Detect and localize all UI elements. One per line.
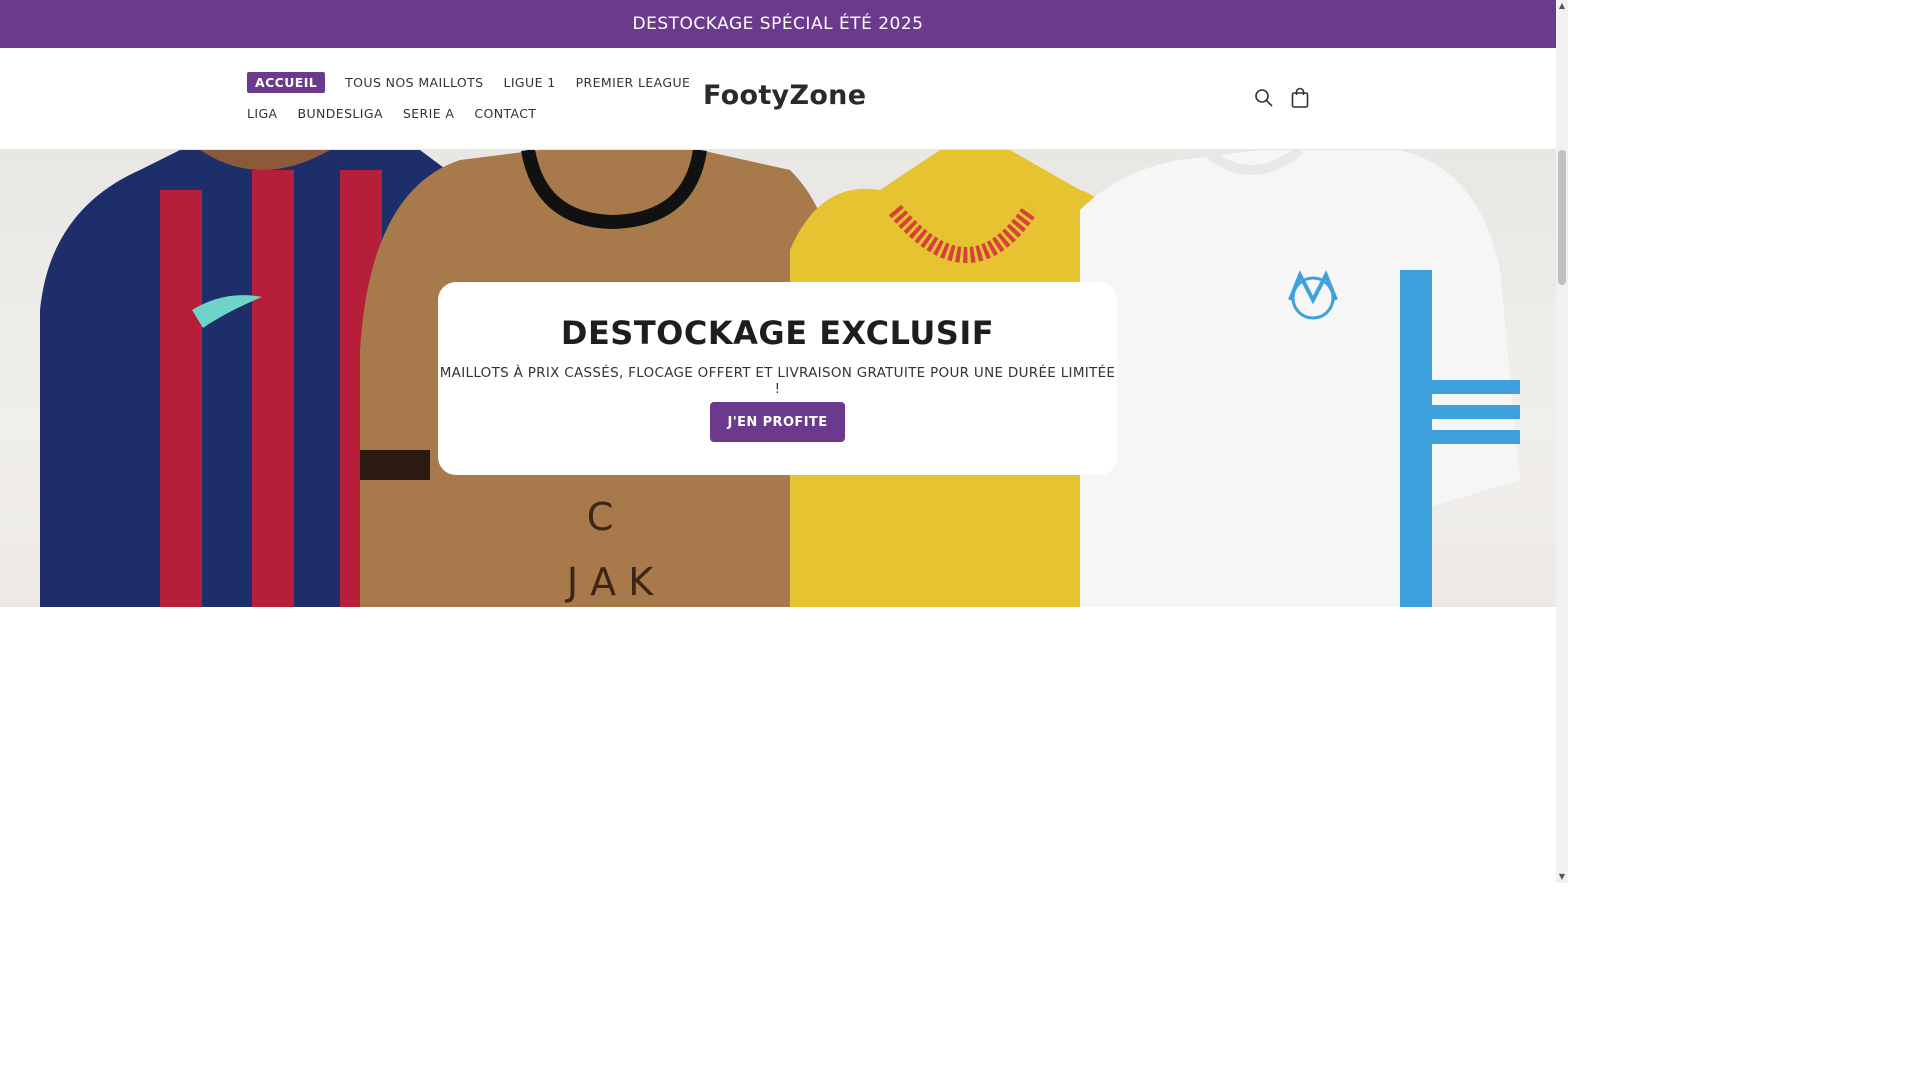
- svg-text:C: C: [587, 495, 614, 539]
- hero-subtitle: MAILLOTS À PRIX CASSÉS, FLOCAGE OFFERT E…: [439, 365, 1116, 397]
- scroll-up-icon[interactable]: ▲: [1558, 2, 1566, 10]
- hero-title: DESTOCKAGE EXCLUSIF: [560, 314, 995, 352]
- main-nav-row-1: ACCUEIL TOUS NOS MAILLOTS LIGUE 1 PREMIE…: [247, 72, 710, 93]
- announcement-bar: DESTOCKAGE SPÉCIAL ÉTÉ 2025: [0, 0, 1556, 48]
- scroll-thumb[interactable]: [1558, 150, 1566, 285]
- announcement-text: DESTOCKAGE SPÉCIAL ÉTÉ 2025: [632, 14, 924, 34]
- site-header: ACCUEIL TOUS NOS MAILLOTS LIGUE 1 PREMIE…: [0, 48, 1556, 150]
- nav-item-accueil[interactable]: ACCUEIL: [247, 72, 326, 93]
- nav-item-contact[interactable]: CONTACT: [474, 106, 536, 121]
- model-white-om-shirt: [1080, 150, 1520, 607]
- shopping-bag-icon[interactable]: [1290, 87, 1312, 109]
- hero-promo-card: DESTOCKAGE EXCLUSIF MAILLOTS À PRIX CASS…: [438, 282, 1117, 475]
- scroll-down-icon[interactable]: ▼: [1558, 873, 1566, 881]
- hero-banner: FO E C J A K: [0, 150, 1556, 607]
- search-icon[interactable]: [1254, 88, 1276, 110]
- nav-item-tous-nos-maillots[interactable]: TOUS NOS MAILLOTS: [345, 75, 483, 90]
- svg-text:J A K: J A K: [565, 560, 654, 604]
- nav-item-bundesliga[interactable]: BUNDESLIGA: [298, 106, 383, 121]
- site-logo[interactable]: FootyZone: [703, 80, 866, 111]
- nav-item-premier-league[interactable]: PREMIER LEAGUE: [576, 75, 691, 90]
- nav-item-liga[interactable]: LIGA: [247, 106, 278, 121]
- nav-item-ligue-1[interactable]: LIGUE 1: [503, 75, 555, 90]
- page-scrollbar[interactable]: ▲ ▼: [1556, 0, 1568, 883]
- main-nav-row-2: LIGA BUNDESLIGA SERIE A CONTACT: [247, 106, 556, 121]
- nav-item-serie-a[interactable]: SERIE A: [403, 106, 454, 121]
- cta-button[interactable]: J'EN PROFITE: [710, 402, 845, 442]
